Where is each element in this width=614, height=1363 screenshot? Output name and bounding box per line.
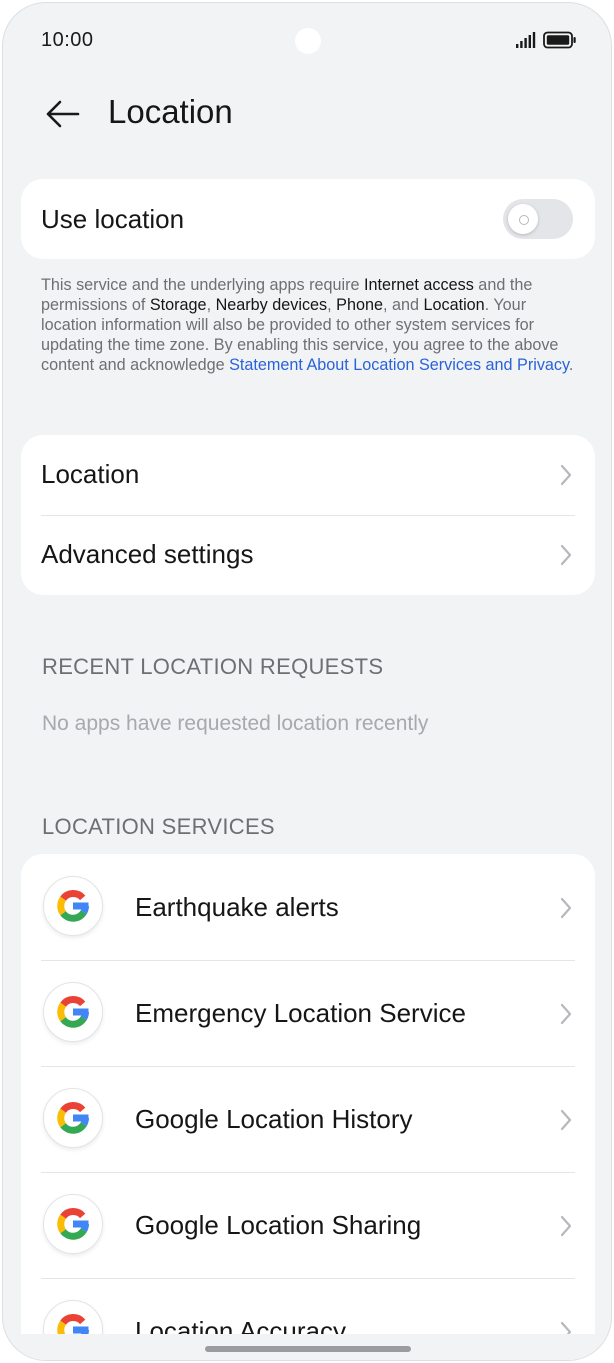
use-location-card: Use location: [21, 179, 595, 259]
chevron-right-icon: [560, 1215, 572, 1237]
front-camera-cutout: [295, 28, 321, 54]
google-g-icon: [43, 876, 103, 936]
chevron-right-icon: [560, 544, 572, 566]
settings-card: Location Advanced settings: [21, 435, 595, 595]
location-row-label: Location: [41, 459, 140, 489]
service-label: Earthquake alerts: [135, 892, 339, 922]
status-time: 10:00: [41, 29, 94, 51]
recent-requests-header: RECENT LOCATION REQUESTS: [42, 654, 384, 679]
use-location-label: Use location: [41, 204, 185, 234]
back-button[interactable]: [37, 91, 87, 137]
privacy-statement-link[interactable]: Statement About Location Services and Pr…: [229, 356, 569, 374]
permissions-notice: This service and the underlying apps req…: [41, 276, 574, 374]
toggle-knob: [508, 204, 538, 234]
service-row-google-location-sharing[interactable]: Google Location Sharing: [21, 1172, 595, 1278]
page-title: Location: [108, 93, 233, 130]
google-g-icon: [43, 982, 103, 1042]
navigation-bar: [3, 1334, 611, 1360]
advanced-settings-label: Advanced settings: [41, 539, 254, 569]
chevron-right-icon: [560, 1109, 572, 1131]
battery-icon: [543, 31, 576, 49]
recent-requests-empty-text: No apps have requested location recently: [42, 712, 429, 735]
service-row-emergency-location-service[interactable]: Emergency Location Service: [21, 960, 595, 1066]
home-indicator[interactable]: [205, 1346, 411, 1352]
phone-screen: 10:00 Location Use location This service…: [2, 2, 612, 1361]
google-g-icon: [43, 1194, 103, 1254]
location-services-card: Earthquake alerts Emergency Location Ser…: [21, 854, 595, 1360]
chevron-right-icon: [560, 897, 572, 919]
service-label: Google Location Sharing: [135, 1210, 422, 1240]
service-row-earthquake-alerts[interactable]: Earthquake alerts: [21, 854, 595, 960]
use-location-toggle[interactable]: [503, 199, 573, 239]
service-label: Google Location History: [135, 1104, 413, 1134]
signal-icon: [516, 32, 536, 48]
status-bar: 10:00: [3, 3, 611, 79]
location-services-header: LOCATION SERVICES: [42, 814, 275, 839]
service-label: Emergency Location Service: [135, 998, 466, 1028]
back-arrow-icon: [46, 100, 80, 128]
service-row-google-location-history[interactable]: Google Location History: [21, 1066, 595, 1172]
google-g-icon: [43, 1088, 103, 1148]
chevron-right-icon: [560, 1003, 572, 1025]
chevron-right-icon: [560, 464, 572, 486]
location-row[interactable]: Location: [21, 435, 595, 515]
advanced-settings-row[interactable]: Advanced settings: [21, 515, 595, 595]
